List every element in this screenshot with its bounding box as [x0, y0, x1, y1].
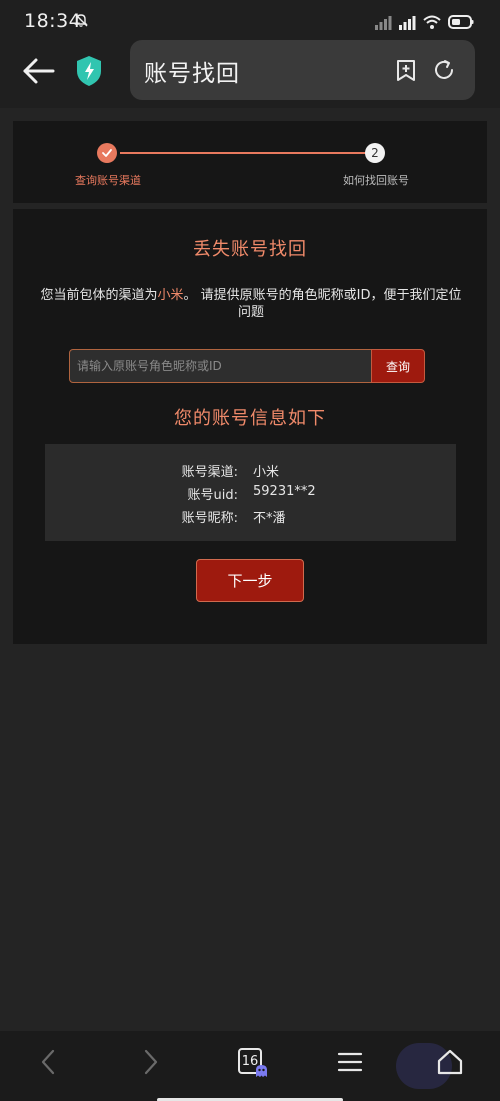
browser-bottom-nav: 16 — [0, 1031, 500, 1101]
step-2-label: 如何找回账号 — [343, 174, 409, 187]
refresh-icon[interactable] — [432, 58, 456, 82]
recovery-card: 丢失账号找回 您当前包体的渠道为小米。 请提供原账号的角色昵称或ID，便于我们定… — [13, 209, 487, 644]
add-bookmark-icon[interactable] — [394, 58, 418, 82]
home-icon — [437, 1049, 463, 1075]
step-2-number: 2 — [365, 143, 385, 163]
account-info-box: 账号渠道: 小米 账号uid: 59231**2 账号昵称: 不*潘 — [45, 444, 456, 541]
page-title: 账号找回 — [144, 61, 240, 87]
search-field[interactable] — [69, 349, 372, 383]
step-connector — [120, 152, 378, 154]
nav-back-icon — [41, 1049, 55, 1075]
info-row-channel: 账号渠道: 小米 — [45, 461, 456, 481]
check-icon — [102, 149, 112, 157]
info-row-nickname: 账号昵称: 不*潘 — [45, 507, 456, 527]
menu-icon — [337, 1052, 363, 1072]
ghost-badge-icon — [256, 1065, 267, 1077]
recovery-description: 您当前包体的渠道为小米。 请提供原账号的角色昵称或ID，便于我们定位问题 — [37, 287, 465, 321]
home-button[interactable] — [434, 1046, 466, 1078]
info-value: 不*潘 — [253, 511, 286, 526]
description-prefix: 您当前包体的渠道为 — [40, 288, 158, 303]
description-suffix: 。 请提供原账号的角色昵称或ID，便于我们定位问题 — [183, 288, 462, 320]
status-icons — [374, 12, 474, 32]
progress-steps: 2 查询账号渠道 如何找回账号 — [13, 121, 487, 203]
menu-button[interactable] — [334, 1046, 366, 1078]
info-label: 账号渠道: — [181, 465, 238, 480]
nav-back-button[interactable] — [32, 1046, 64, 1078]
info-row-uid: 账号uid: 59231**2 — [45, 484, 456, 504]
step-1-label: 查询账号渠道 — [75, 174, 141, 187]
browser-toolbar: 账号找回 — [0, 40, 500, 108]
channel-highlight: 小米 — [157, 288, 184, 303]
wifi-icon — [423, 15, 441, 29]
info-value: 小米 — [253, 465, 280, 480]
back-arrow-icon[interactable] — [22, 56, 56, 86]
status-bar: 18:34 — [0, 0, 500, 40]
account-info-heading: 您的账号信息如下 — [174, 408, 326, 429]
mute-bell-icon — [74, 13, 88, 27]
address-bar[interactable]: 账号找回 — [130, 40, 475, 100]
step-1-done — [97, 143, 117, 163]
security-shield-icon[interactable] — [74, 54, 104, 88]
signal-icon-1 — [375, 16, 392, 30]
signal-icon-2 — [399, 16, 416, 30]
info-label: 账号uid: — [187, 488, 238, 503]
search-input[interactable] — [70, 350, 371, 382]
next-step-button[interactable]: 下一步 — [196, 559, 304, 602]
battery-icon — [448, 15, 474, 29]
nav-forward-button[interactable] — [135, 1046, 167, 1078]
nav-forward-icon — [144, 1049, 158, 1075]
info-value: 59231**2 — [253, 484, 316, 499]
query-button[interactable]: 查询 — [371, 349, 425, 383]
info-label: 账号昵称: — [181, 511, 238, 526]
recovery-heading: 丢失账号找回 — [193, 239, 307, 260]
